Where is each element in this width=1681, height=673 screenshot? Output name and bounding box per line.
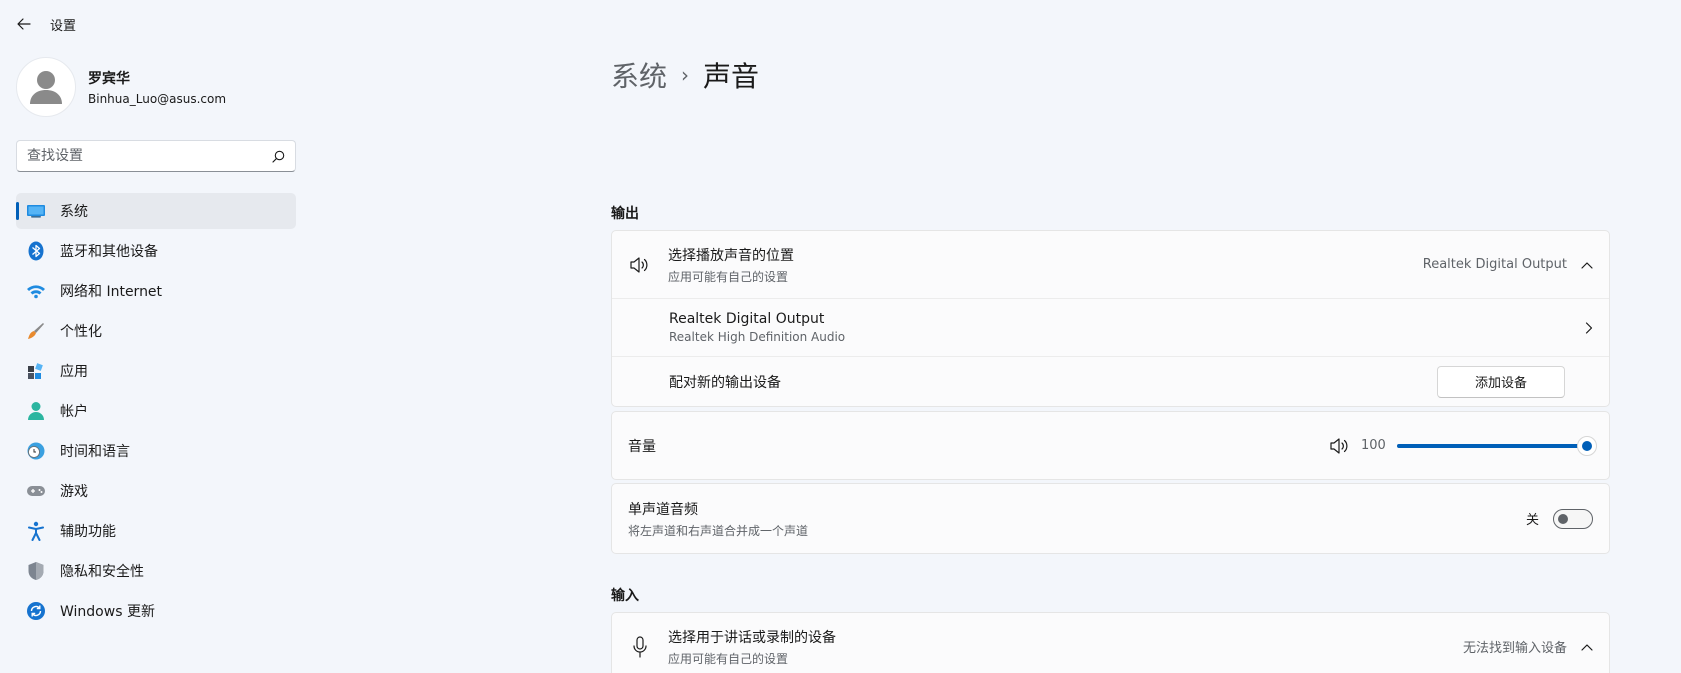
search-box[interactable]	[16, 140, 296, 172]
nav-label: 应用	[60, 364, 88, 380]
back-button[interactable]	[0, 0, 48, 48]
chevron-right-icon[interactable]	[1585, 321, 1593, 334]
breadcrumb: 系统 › 声音	[611, 55, 759, 95]
choose-output-sub: 应用可能有自己的设置	[668, 269, 789, 284]
nav-item-privacy-security[interactable]: 隐私和安全性	[16, 553, 296, 589]
nav-list: 系统 蓝牙和其他设备 网络和 Internet 个性化 应用 帐户 时间和语言 …	[16, 193, 296, 629]
volume-row: 音量 100	[612, 412, 1609, 479]
user-profile[interactable]: 罗宾华 Binhua_Luo@asus.com	[16, 56, 296, 118]
wifi-icon	[26, 281, 46, 301]
nav-item-bluetooth[interactable]: 蓝牙和其他设备	[16, 233, 296, 269]
bluetooth-icon	[26, 241, 46, 261]
microphone-icon	[628, 635, 652, 658]
mono-audio-row: 单声道音频 将左声道和右声道合并成一个声道 关	[612, 484, 1609, 553]
person-icon	[30, 71, 62, 104]
volume-label: 音量	[628, 438, 656, 455]
output-device-label: Realtek Digital Output	[669, 311, 825, 327]
nav-label: 时间和语言	[60, 444, 130, 460]
nav-label: 游戏	[60, 484, 88, 500]
nav-item-network[interactable]: 网络和 Internet	[16, 273, 296, 309]
pair-output-row: 配对新的输出设备 添加设备	[612, 356, 1609, 406]
system-icon	[26, 201, 46, 221]
accessibility-icon	[26, 521, 46, 541]
nav-label: 隐私和安全性	[60, 564, 144, 580]
pair-output-label: 配对新的输出设备	[669, 374, 781, 391]
nav-label: 辅助功能	[60, 524, 116, 540]
volume-card: 音量 100	[611, 411, 1610, 480]
mono-audio-card: 单声道音频 将左声道和右声道合并成一个声道 关	[611, 483, 1610, 554]
search-input[interactable]	[27, 148, 272, 164]
nav-item-system[interactable]: 系统	[16, 193, 296, 229]
back-arrow-icon	[17, 18, 31, 30]
choose-input-sub: 应用可能有自己的设置	[668, 651, 789, 666]
nav-item-windows-update[interactable]: Windows 更新	[16, 593, 296, 629]
output-device-sub: Realtek High Definition Audio	[669, 330, 846, 344]
nav-label: 网络和 Internet	[60, 284, 163, 300]
apps-icon	[26, 361, 46, 381]
nav-label: Windows 更新	[60, 604, 155, 620]
nav-label: 帐户	[60, 404, 88, 420]
breadcrumb-separator: ›	[681, 63, 690, 87]
input-device-card: 选择用于讲话或录制的设备 应用可能有自己的设置 无法找到输入设备	[611, 612, 1610, 673]
avatar	[16, 57, 76, 117]
add-device-button[interactable]: 添加设备	[1437, 365, 1565, 398]
nav-item-personalization[interactable]: 个性化	[16, 313, 296, 349]
title-bar: 设置	[0, 0, 320, 48]
mono-audio-toggle[interactable]	[1553, 508, 1593, 529]
volume-slider-thumb[interactable]	[1577, 435, 1597, 456]
selected-output-value: Realtek Digital Output	[1422, 257, 1567, 272]
volume-value: 100	[1361, 438, 1386, 453]
nav-label: 蓝牙和其他设备	[60, 244, 158, 260]
choose-input-row[interactable]: 选择用于讲话或录制的设备 应用可能有自己的设置 无法找到输入设备	[612, 613, 1609, 673]
update-icon	[26, 601, 46, 621]
search-icon[interactable]	[272, 150, 285, 163]
selected-input-value: 无法找到输入设备	[1462, 641, 1567, 656]
choose-output-label: 选择播放声音的位置	[668, 247, 794, 264]
output-section-title: 输出	[611, 206, 639, 222]
volume-slider-fill	[1397, 443, 1587, 448]
toggle-knob	[1558, 513, 1568, 524]
choose-input-label: 选择用于讲话或录制的设备	[668, 629, 836, 646]
output-device-row[interactable]: Realtek Digital Output Realtek High Defi…	[612, 298, 1609, 356]
profile-name: 罗宾华	[88, 71, 130, 87]
chevron-up-icon[interactable]	[1581, 261, 1593, 269]
nav-item-gaming[interactable]: 游戏	[16, 473, 296, 509]
choose-output-row[interactable]: 选择播放声音的位置 应用可能有自己的设置 Realtek Digital Out…	[612, 231, 1609, 298]
gamepad-icon	[26, 481, 46, 501]
mono-audio-state: 关	[1525, 513, 1539, 528]
input-section-title: 输入	[611, 588, 639, 604]
nav-item-accessibility[interactable]: 辅助功能	[16, 513, 296, 549]
volume-slider[interactable]	[1397, 435, 1597, 456]
speaker-icon	[628, 256, 652, 274]
settings-window: 设置 罗宾华 Binhua_Luo@asus.com 查找设置 系统 蓝牙和其他…	[0, 0, 1681, 673]
account-icon	[26, 401, 46, 421]
sidebar: 罗宾华 Binhua_Luo@asus.com 系统 蓝牙和其他设备	[16, 56, 296, 633]
nav-item-time-language[interactable]: 时间和语言	[16, 433, 296, 469]
mono-audio-sub: 将左声道和右声道合并成一个声道	[628, 523, 809, 538]
nav-item-accounts[interactable]: 帐户	[16, 393, 296, 429]
mono-audio-label: 单声道音频	[628, 501, 698, 518]
shield-icon	[26, 561, 46, 581]
clock-globe-icon	[26, 441, 46, 461]
window-title: 设置	[50, 18, 77, 34]
page-title: 声音	[703, 60, 760, 93]
profile-email: Binhua_Luo@asus.com	[88, 92, 227, 106]
nav-item-apps[interactable]: 应用	[16, 353, 296, 389]
nav-label: 个性化	[60, 324, 102, 340]
output-device-card: 选择播放声音的位置 应用可能有自己的设置 Realtek Digital Out…	[611, 230, 1610, 407]
chevron-up-icon[interactable]	[1581, 643, 1593, 651]
speaker-icon[interactable]	[1329, 437, 1351, 455]
breadcrumb-parent[interactable]: 系统	[611, 55, 667, 95]
nav-label: 系统	[60, 204, 88, 220]
brush-icon	[26, 321, 46, 341]
